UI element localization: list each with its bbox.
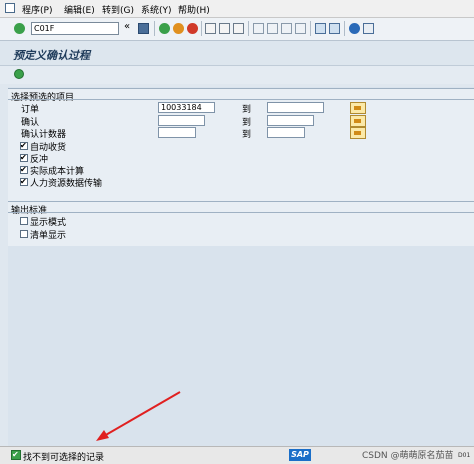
arrow-shaft	[103, 391, 181, 437]
annotation-arrow	[96, 391, 181, 441]
success-icon	[11, 450, 21, 460]
status-bar: 找不到可选择的记录 SAP CSDN @萌萌原名茄苗 D01	[0, 446, 474, 464]
arrow-head	[96, 430, 109, 441]
status-message[interactable]: 找不到可选择的记录	[23, 450, 104, 463]
watermark: CSDN @萌萌原名茄苗	[362, 451, 454, 461]
sap-logo: SAP	[289, 449, 311, 461]
system-code: D01	[458, 452, 471, 459]
